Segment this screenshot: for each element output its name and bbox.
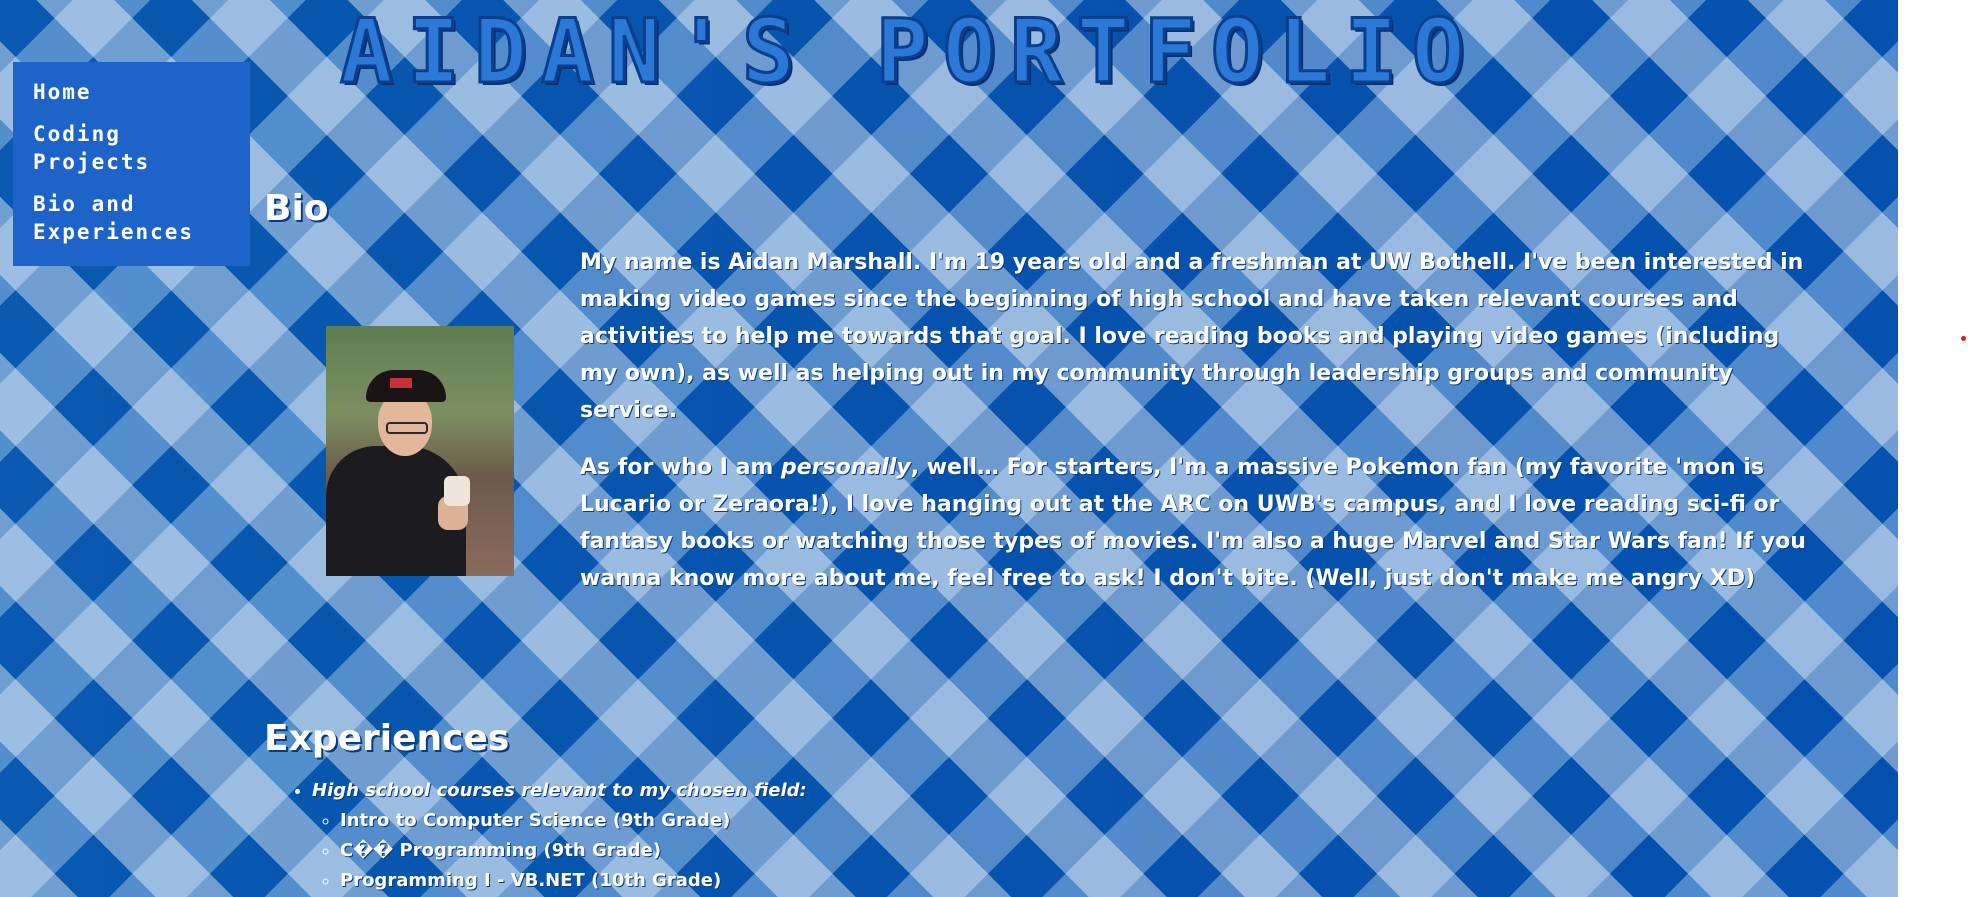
site-title: AIDAN'S PORTFOLIO xyxy=(339,0,1479,103)
profile-photo xyxy=(326,326,514,576)
bio-paragraph-2: As for who I am personally, well… For st… xyxy=(580,455,1806,591)
bio-paragraph-1: My name is Aidan Marshall. I'm 19 years … xyxy=(580,250,1804,423)
nav-item-bio-and-experiences[interactable]: Bio and Experiences xyxy=(33,190,250,246)
list-item: Programming I - VB.NET (10th Grade) xyxy=(340,866,807,896)
nav-item-home[interactable]: Home xyxy=(33,78,250,106)
list-item: High school courses relevant to my chose… xyxy=(312,776,807,896)
list-item: C�� Programming (9th Grade) xyxy=(340,836,807,866)
experiences-heading: Experiences xyxy=(264,718,510,759)
experiences-list: High school courses relevant to my chose… xyxy=(290,776,807,896)
course-list: Intro to Computer Science (9th Grade) C�… xyxy=(312,806,807,896)
bio-heading: Bio xyxy=(264,188,329,229)
list-item: Intro to Computer Science (9th Grade) xyxy=(340,806,807,836)
page-background: AIDAN'S PORTFOLIO Home Coding Projects B… xyxy=(0,0,1898,897)
nav-item-coding-projects[interactable]: Coding Projects xyxy=(33,120,250,176)
bio-text: My name is Aidan Marshall. I'm 19 years … xyxy=(580,244,1810,617)
marker-dot xyxy=(1961,336,1966,341)
nav-menu: Home Coding Projects Bio and Experiences xyxy=(13,62,250,266)
course-group-label: High school courses relevant to my chose… xyxy=(312,780,807,801)
bio-emphasis: personally xyxy=(781,455,911,480)
